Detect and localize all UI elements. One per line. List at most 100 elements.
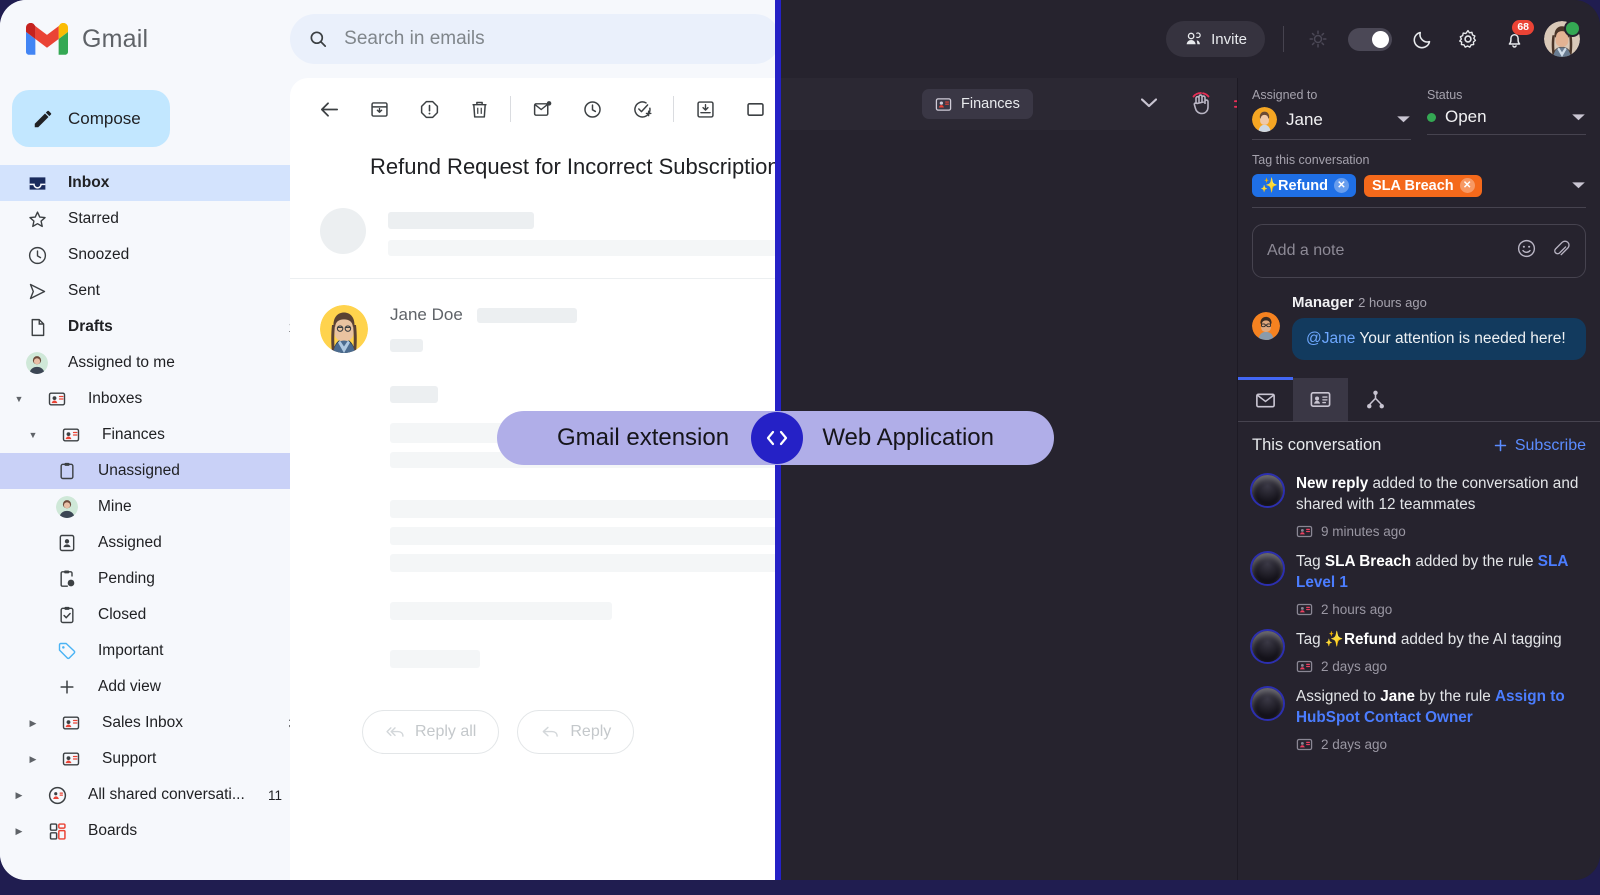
- search-input[interactable]: [342, 27, 762, 51]
- tag-chip-sla-breach[interactable]: SLA Breach ✕: [1364, 174, 1482, 197]
- tag-dropdown-icon[interactable]: [1571, 177, 1586, 195]
- note-text: Your attention is needed here!: [1355, 330, 1566, 347]
- activity-feed: New reply added to the conversation and …: [1238, 461, 1600, 752]
- sidebar-item-starred[interactable]: Starred: [0, 201, 290, 237]
- light-mode-icon[interactable]: [1302, 23, 1334, 55]
- sidebar-item-inboxes[interactable]: ▼ Inboxes: [0, 381, 290, 417]
- star-icon: [26, 208, 48, 230]
- label-icon[interactable]: [730, 84, 780, 134]
- gear-icon[interactable]: [1452, 23, 1484, 55]
- subscribe-button[interactable]: Subscribe: [1492, 437, 1586, 455]
- chevron-right-icon[interactable]: ▶: [12, 790, 26, 801]
- report-spam-icon[interactable]: [404, 84, 454, 134]
- chevron-right-icon[interactable]: ▶: [26, 754, 40, 765]
- search-bar[interactable]: [290, 14, 780, 64]
- delete-icon[interactable]: [454, 84, 504, 134]
- dark-mode-icon[interactable]: [1406, 23, 1438, 55]
- mention-token[interactable]: @Jane: [1306, 330, 1355, 347]
- add-note-input[interactable]: Add a note: [1252, 224, 1586, 278]
- split-drag-handle[interactable]: [751, 412, 803, 464]
- shared-inbox-icon: [1296, 603, 1313, 616]
- chevron-down-icon[interactable]: ▼: [12, 394, 26, 404]
- user-avatar-wrap[interactable]: [1544, 20, 1581, 57]
- compose-button[interactable]: Compose: [12, 90, 170, 147]
- move-to-inbox-icon[interactable]: [680, 84, 730, 134]
- invite-label: Invite: [1211, 30, 1247, 48]
- reply-all-button[interactable]: Reply all: [362, 710, 500, 754]
- mark-unread-icon[interactable]: [517, 84, 567, 134]
- wave-hand-icon[interactable]: [1185, 88, 1217, 120]
- sidebar-item-finances[interactable]: ▼ Finances: [0, 417, 290, 453]
- tab-contact[interactable]: [1293, 378, 1348, 421]
- chevron-down-icon[interactable]: [1140, 95, 1157, 113]
- text-placeholder: [388, 212, 534, 229]
- sidebar-item-assigned-to-me[interactable]: Assigned to me: [0, 345, 290, 381]
- email-collapsed-message[interactable]: [290, 180, 780, 279]
- feed-meta: 9 minutes ago: [1296, 524, 1586, 539]
- gmail-logo-icon: [26, 23, 68, 55]
- sidebar-item-assigned[interactable]: Assigned: [0, 525, 290, 561]
- archive-icon[interactable]: [354, 84, 404, 134]
- tag-chip-refund[interactable]: ✨Refund ✕: [1252, 174, 1356, 197]
- sidebar-item-snoozed[interactable]: Snoozed: [0, 237, 290, 273]
- inspector-fields: Assigned to Jane Status Open: [1238, 78, 1600, 140]
- shared-inbox-icon: [1296, 525, 1313, 538]
- avatar: [1252, 107, 1277, 132]
- sidebar-item-sent[interactable]: Sent: [0, 273, 290, 309]
- back-arrow-icon[interactable]: [304, 84, 354, 134]
- inspector-tabs: [1238, 377, 1600, 422]
- sidebar-item-pending[interactable]: Pending: [0, 561, 290, 597]
- sidebar-label: Inboxes: [88, 390, 143, 407]
- online-status-dot: [1564, 20, 1581, 37]
- reply-all-icon: [386, 727, 404, 737]
- sidebar-item-all-shared-conversations[interactable]: ▶ All shared conversati... 11: [0, 777, 290, 813]
- shared-inbox-icon: [60, 424, 82, 446]
- activity-avatar: [1252, 631, 1283, 662]
- gmail-sidebar: Compose Inbox Starred Snoozed Sent Draft…: [0, 78, 290, 880]
- outer-frame-bottom: [0, 880, 1600, 895]
- invite-people-icon: [1186, 32, 1201, 45]
- sidebar-item-mine[interactable]: Mine: [0, 489, 290, 525]
- sidebar-item-add-view[interactable]: Add view: [0, 669, 290, 705]
- toolbar-divider: [673, 96, 674, 122]
- assigned-to-select[interactable]: Jane: [1252, 107, 1411, 140]
- folder-chip[interactable]: Finances: [922, 89, 1033, 119]
- inbox-icon: [26, 172, 48, 194]
- sidebar-item-support[interactable]: ▶ Support: [0, 741, 290, 777]
- text-placeholder: [390, 554, 780, 572]
- tab-org-chart[interactable]: [1348, 378, 1403, 421]
- sidebar-item-boards[interactable]: ▶ Boards: [0, 813, 290, 849]
- feed-meta: 2 hours ago: [1296, 602, 1586, 617]
- sidebar-item-sales-inbox[interactable]: ▶ Sales Inbox 3: [0, 705, 290, 741]
- toolbar-divider: [510, 96, 511, 122]
- sidebar-item-drafts[interactable]: Drafts 1: [0, 309, 290, 345]
- emoji-icon[interactable]: [1516, 238, 1537, 264]
- theme-toggle[interactable]: [1348, 27, 1392, 51]
- tag-icon: [56, 640, 78, 662]
- remove-tag-icon[interactable]: ✕: [1459, 178, 1475, 193]
- feed-item: Tag SLA Breach added by the rule SLA Lev…: [1252, 539, 1586, 617]
- sidebar-item-inbox[interactable]: Inbox: [0, 165, 290, 201]
- chevron-down-icon[interactable]: ▼: [26, 430, 40, 440]
- reply-button[interactable]: Reply: [517, 710, 635, 754]
- sidebar-item-important[interactable]: Important: [0, 633, 290, 669]
- chevron-right-icon[interactable]: ▶: [12, 826, 26, 837]
- sidebar-label: Finances: [102, 426, 165, 443]
- tab-conversation[interactable]: [1238, 377, 1293, 421]
- status-select[interactable]: Open: [1427, 107, 1586, 135]
- snooze-icon[interactable]: [567, 84, 617, 134]
- shared-inbox-icon: [935, 97, 952, 111]
- tag-label: SLA Breach: [1372, 177, 1454, 194]
- sidebar-item-unassigned[interactable]: Unassigned 2: [0, 453, 290, 489]
- remove-tag-icon[interactable]: ✕: [1334, 178, 1349, 193]
- sidebar-item-closed[interactable]: Closed: [0, 597, 290, 633]
- chevron-right-icon[interactable]: ▶: [26, 718, 40, 729]
- notifications-bell-icon[interactable]: 68: [1498, 20, 1534, 55]
- add-to-tasks-icon[interactable]: [617, 84, 667, 134]
- attachment-icon[interactable]: [1551, 239, 1571, 264]
- invite-button[interactable]: Invite: [1166, 21, 1265, 57]
- feed-lead: Assigned to: [1296, 688, 1381, 705]
- sidebar-label: Pending: [98, 570, 155, 587]
- feed-lead: Tag: [1296, 553, 1325, 570]
- sidebar-label: Add view: [98, 678, 161, 695]
